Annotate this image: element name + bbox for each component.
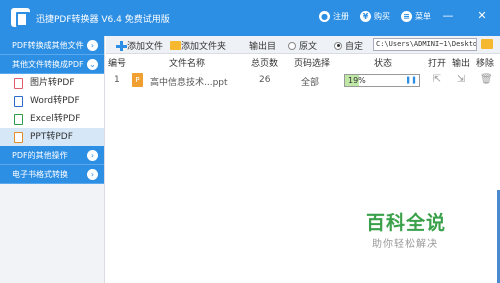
buy-button[interactable]: ¥ 购买: [360, 11, 390, 22]
col-open: 打开: [428, 59, 447, 69]
browse-folder-icon[interactable]: [481, 39, 493, 49]
sidebar-item-label: Word转PDF: [30, 96, 80, 106]
col-output: 输出: [452, 59, 471, 69]
buy-label: 购买: [374, 12, 390, 21]
category-pdf-to-other[interactable]: PDF转换成其他文件 ›: [0, 36, 104, 55]
category-pdf-other-ops[interactable]: PDF的其他操作 ›: [0, 146, 104, 165]
output-file-icon[interactable]: ⇲: [456, 74, 466, 85]
row-pages: 26: [259, 75, 271, 85]
table-header: 编号 文件名称 总页数 页码选择 状态 打开 输出 移除: [106, 55, 500, 69]
category-label: PDF的其他操作: [12, 151, 68, 160]
yen-icon: ¥: [360, 11, 371, 22]
row-number: 1: [114, 75, 120, 85]
output-dir-label: 输出目: [249, 42, 277, 52]
col-page-range: 页码选择: [294, 59, 331, 69]
ppt-file-icon: P: [132, 73, 143, 87]
category-ebook-convert[interactable]: 电子书格式转换 ›: [0, 165, 104, 184]
user-icon: ●: [319, 11, 330, 22]
minimize-button[interactable]: —: [442, 10, 454, 22]
category-label: 电子书格式转换: [12, 170, 68, 179]
add-folder-button[interactable]: 添加文件夹: [170, 39, 226, 52]
chevron-right-icon: ›: [87, 169, 98, 180]
trash-icon[interactable]: 🗑: [480, 74, 493, 85]
register-label: 注册: [333, 12, 349, 21]
watermark-subtitle: 助你轻松解决: [372, 239, 438, 250]
progress-bar: 19% ❚❚: [344, 74, 420, 87]
radio-original[interactable]: 原文: [288, 39, 317, 52]
chevron-right-icon: ›: [87, 40, 98, 51]
col-filename: 文件名称: [169, 59, 206, 69]
menu-icon: ≡: [401, 11, 412, 22]
category-label: 其他文件转换成PDF: [12, 60, 84, 69]
col-number: 编号: [108, 59, 127, 69]
col-remove: 移除: [476, 59, 495, 69]
category-other-to-pdf[interactable]: 其他文件转换成PDF ⌄: [0, 55, 104, 74]
sidebar: PDF转换成其他文件 › 其他文件转换成PDF ⌄ 图片转PDF Word转PD…: [0, 36, 105, 283]
radio-icon: [288, 41, 296, 50]
row-filename: 高中信息技术...ppt: [150, 78, 228, 88]
pause-icon[interactable]: ❚❚: [405, 77, 417, 84]
sidebar-item-word-to-pdf[interactable]: Word转PDF: [0, 92, 104, 110]
open-file-icon[interactable]: ⇱: [432, 74, 442, 85]
sidebar-item-label: PPT转PDF: [30, 132, 73, 142]
folder-icon: [170, 41, 181, 50]
image-file-icon: [14, 78, 23, 89]
sidebar-item-excel-to-pdf[interactable]: Excel转PDF: [0, 110, 104, 128]
sidebar-item-ppt-to-pdf[interactable]: PPT转PDF: [0, 128, 104, 146]
register-button[interactable]: ● 注册: [319, 11, 349, 22]
col-status: 状态: [374, 59, 393, 69]
output-path-field[interactable]: C:\Users\ADMINI~1\Desktop: [373, 38, 477, 51]
radio-original-label: 原文: [299, 42, 318, 52]
menu-label: 菜单: [415, 12, 431, 21]
add-file-label: 添加文件: [127, 42, 164, 52]
sidebar-item-label: 图片转PDF: [30, 78, 75, 88]
category-label: PDF转换成其他文件: [12, 41, 84, 50]
row-page-range[interactable]: 全部: [301, 75, 319, 88]
ppt-file-icon: [14, 132, 23, 143]
table-row[interactable]: 1 P 高中信息技术...ppt 26 全部 19% ❚❚ ⇱ ⇲ 🗑: [106, 69, 500, 92]
app-title: 迅捷PDF转换器 V6.4 免费试用版: [36, 15, 170, 25]
watermark-title: 百科全说: [366, 212, 447, 234]
radio-custom[interactable]: 自定: [334, 39, 363, 52]
radio-custom-label: 自定: [345, 42, 364, 52]
add-file-button[interactable]: 添加文件: [116, 39, 163, 52]
word-file-icon: [14, 96, 23, 107]
sidebar-item-label: Excel转PDF: [30, 114, 81, 124]
toolbar: 添加文件 添加文件夹 输出目 原文 自定 C:\Users\ADMINI~1\D…: [106, 36, 500, 54]
chevron-right-icon: ›: [87, 150, 98, 161]
sidebar-item-image-to-pdf[interactable]: 图片转PDF: [0, 74, 104, 92]
menu-button[interactable]: ≡ 菜单: [401, 11, 431, 22]
progress-percent: 19%: [348, 76, 366, 85]
col-pages: 总页数: [251, 59, 279, 69]
chevron-down-icon: ⌄: [87, 59, 98, 70]
excel-file-icon: [14, 114, 23, 125]
title-bar: 迅捷PDF转换器 V6.4 免费试用版 ● 注册 ¥ 购买 ≡ 菜单 — ✕: [0, 0, 500, 36]
add-folder-label: 添加文件夹: [181, 42, 227, 52]
app-logo-icon: [11, 8, 30, 27]
close-button[interactable]: ✕: [476, 10, 488, 22]
plus-icon: [116, 40, 127, 51]
radio-selected-icon: [334, 41, 342, 50]
